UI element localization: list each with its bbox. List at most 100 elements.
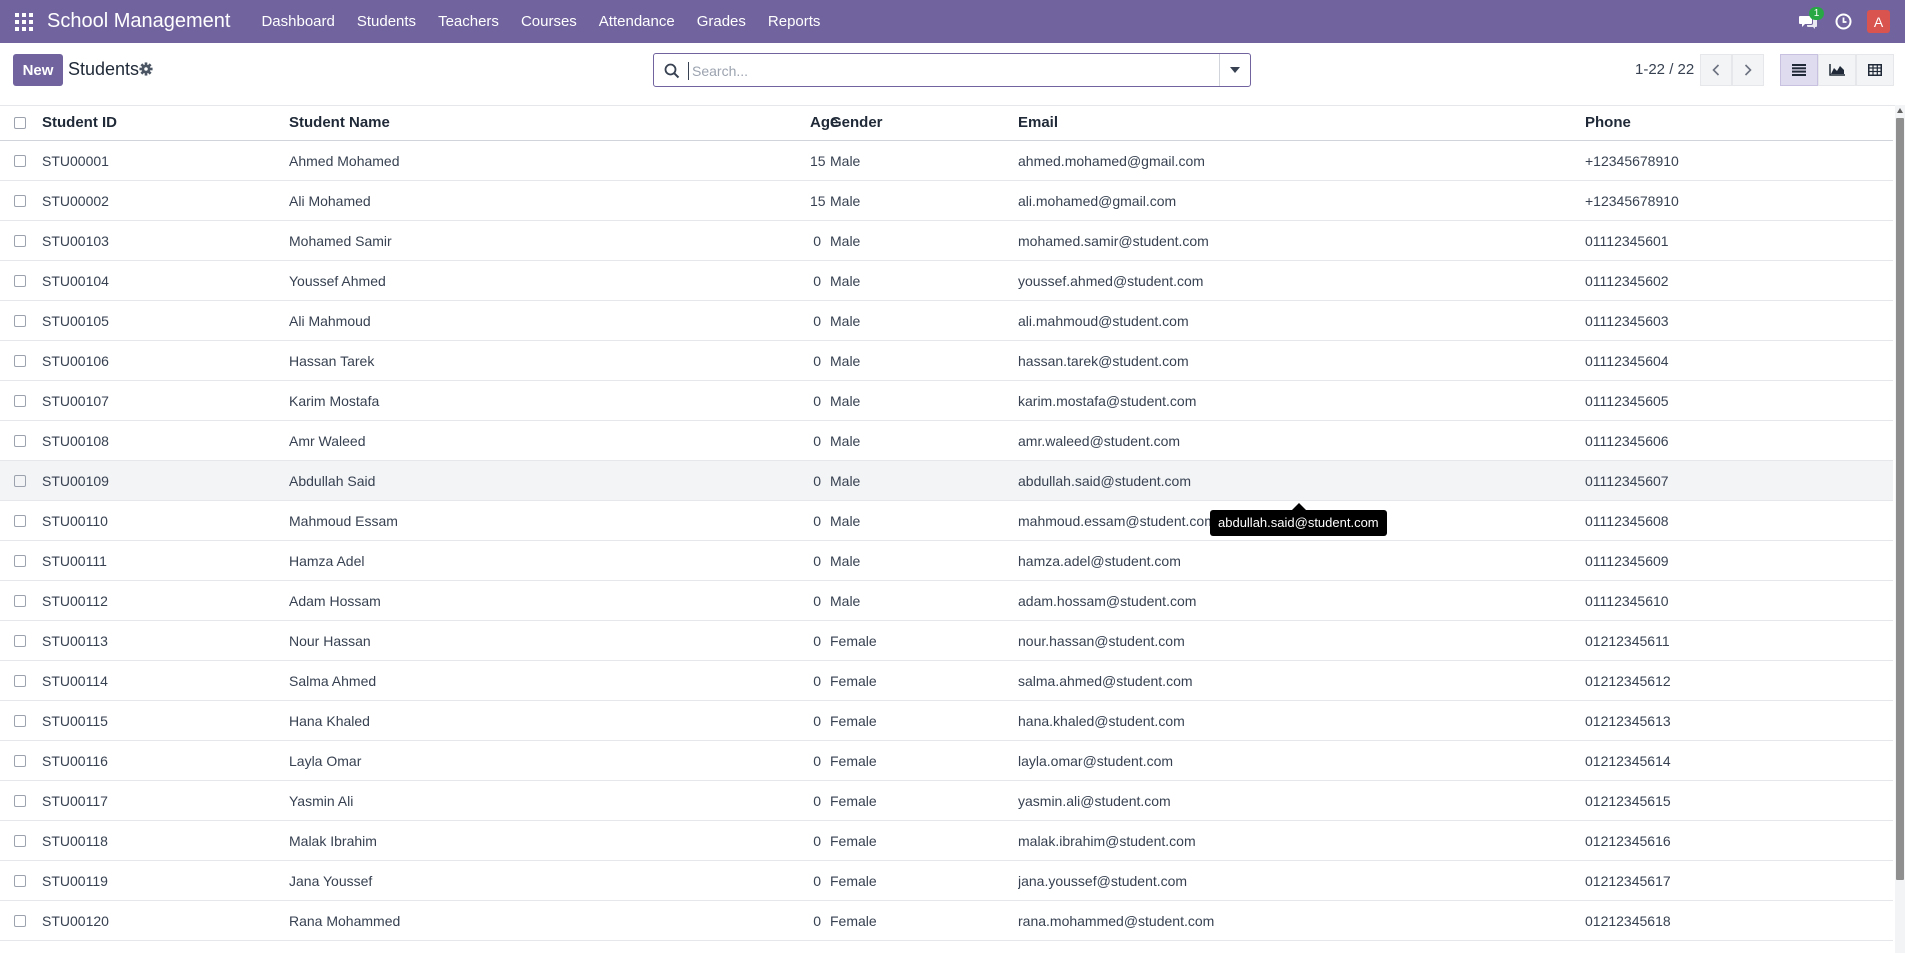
scrollbar-thumb[interactable] — [1896, 118, 1904, 880]
cell-gender[interactable]: Male — [830, 460, 1018, 501]
cell-email[interactable]: hamza.adel@student.com — [1018, 540, 1585, 581]
table-row[interactable]: STU00105 Ali Mahmoud 0 Male ali.mahmoud@stud… — [0, 300, 1893, 341]
table-row[interactable]: STU00114 Salma Ahmed 0 Female salma.ahmed@st… — [0, 660, 1893, 701]
cell-gender[interactable]: Female — [830, 860, 1018, 901]
row-checkbox[interactable] — [14, 474, 26, 487]
cell-phone[interactable]: 01112345610 — [1585, 580, 1893, 621]
cell-gender[interactable]: Female — [830, 740, 1018, 781]
row-checkbox[interactable] — [14, 314, 26, 327]
cell-phone[interactable]: 01212345611 — [1585, 620, 1893, 661]
table-row[interactable]: STU00104 Youssef Ahmed 0 Male youssef.ahmed@… — [0, 260, 1893, 301]
cell-phone[interactable]: 01212345612 — [1585, 660, 1893, 701]
cell-student-id[interactable]: STU00108 — [42, 420, 289, 461]
cell-phone[interactable]: 01212345613 — [1585, 700, 1893, 741]
cell-student-id[interactable]: STU00104 — [42, 260, 289, 301]
cell-student-id[interactable]: STU00111 — [42, 540, 289, 581]
cell-student-name[interactable]: Youssef Ahmed — [289, 260, 810, 301]
table-row[interactable]: STU00119 Jana Youssef 0 Female jana.youssef@… — [0, 860, 1893, 901]
cell-phone[interactable]: 01112345608 — [1585, 500, 1893, 541]
cell-student-id[interactable]: STU00106 — [42, 340, 289, 381]
cell-student-id[interactable]: STU00001 — [42, 140, 289, 181]
table-row[interactable]: STU00002 Ali Mohamed 15 Male ali.mohamed@gma… — [0, 180, 1893, 221]
cell-student-name[interactable]: Nour Hassan — [289, 620, 810, 661]
list-view-button[interactable] — [1780, 54, 1818, 86]
cell-email[interactable]: hassan.tarek@student.com — [1018, 340, 1585, 381]
menu-item-students[interactable]: Students — [346, 0, 427, 43]
cell-phone[interactable]: 01112345603 — [1585, 300, 1893, 341]
cell-age[interactable]: 0 — [810, 220, 830, 261]
row-select-cell[interactable] — [0, 700, 42, 741]
pager-next-button[interactable] — [1732, 54, 1764, 86]
search-options-toggle[interactable] — [1219, 54, 1250, 86]
cell-age[interactable]: 0 — [810, 700, 830, 741]
table-row[interactable]: STU00113 Nour Hassan 0 Female nour.hassan@st… — [0, 620, 1893, 661]
cell-student-id[interactable]: STU00103 — [42, 220, 289, 261]
row-checkbox[interactable] — [14, 914, 26, 927]
table-row[interactable]: STU00108 Amr Waleed 0 Male amr.waleed@studen… — [0, 420, 1893, 461]
cell-student-id[interactable]: STU00116 — [42, 740, 289, 781]
scroll-up-arrow-icon[interactable] — [1897, 108, 1903, 113]
activity-button[interactable] — [1825, 0, 1861, 43]
cell-email[interactable]: adam.hossam@student.com — [1018, 580, 1585, 621]
column-header-age[interactable]: Age — [810, 105, 838, 141]
table-row[interactable]: STU00115 Hana Khaled 0 Female hana.khaled@st… — [0, 700, 1893, 741]
row-checkbox[interactable] — [14, 634, 26, 647]
cell-phone[interactable]: 01112345602 — [1585, 260, 1893, 301]
cell-phone[interactable]: 01112345606 — [1585, 420, 1893, 461]
cell-email[interactable]: ali.mahmoud@student.com — [1018, 300, 1585, 341]
row-select-cell[interactable] — [0, 220, 42, 261]
cell-student-name[interactable]: Hana Khaled — [289, 700, 810, 741]
menu-item-courses[interactable]: Courses — [510, 0, 588, 43]
cell-student-name[interactable]: Salma Ahmed — [289, 660, 810, 701]
column-header-email[interactable]: Email — [1018, 105, 1585, 141]
row-select-cell[interactable] — [0, 660, 42, 701]
cell-phone[interactable]: 01212345614 — [1585, 740, 1893, 781]
vertical-scrollbar[interactable] — [1895, 105, 1905, 953]
cell-age[interactable]: 0 — [810, 900, 830, 941]
cell-student-id[interactable]: STU00119 — [42, 860, 289, 901]
cell-email[interactable]: hana.khaled@student.com — [1018, 700, 1585, 741]
table-row[interactable]: STU00110 Mahmoud Essam 0 Male mahmoud.essam@… — [0, 500, 1893, 541]
cell-student-name[interactable]: Adam Hossam — [289, 580, 810, 621]
row-checkbox[interactable] — [14, 714, 26, 727]
cell-gender[interactable]: Male — [830, 580, 1018, 621]
menu-item-reports[interactable]: Reports — [757, 0, 832, 43]
row-select-cell[interactable] — [0, 780, 42, 821]
row-checkbox[interactable] — [14, 234, 26, 247]
cell-email[interactable]: malak.ibrahim@student.com — [1018, 820, 1585, 861]
cell-email[interactable]: karim.mostafa@student.com — [1018, 380, 1585, 421]
row-select-cell[interactable] — [0, 380, 42, 421]
cell-student-name[interactable]: Ali Mahmoud — [289, 300, 810, 341]
table-row[interactable]: STU00116 Layla Omar 0 Female layla.omar@stud… — [0, 740, 1893, 781]
row-select-cell[interactable] — [0, 140, 42, 181]
cell-phone[interactable]: +12345678910 — [1585, 140, 1893, 181]
cell-phone[interactable]: 01212345616 — [1585, 820, 1893, 861]
cell-gender[interactable]: Male — [830, 380, 1018, 421]
row-select-cell[interactable] — [0, 460, 42, 501]
pager-value[interactable]: 1-22 / 22 — [1635, 61, 1694, 78]
menu-item-teachers[interactable]: Teachers — [427, 0, 510, 43]
apps-grid-icon[interactable] — [15, 12, 33, 31]
cell-student-name[interactable]: Ali Mohamed — [289, 180, 810, 221]
cell-student-id[interactable]: STU00002 — [42, 180, 289, 221]
row-checkbox[interactable] — [14, 354, 26, 367]
row-checkbox[interactable] — [14, 874, 26, 887]
cell-gender[interactable]: Female — [830, 700, 1018, 741]
menu-item-grades[interactable]: Grades — [686, 0, 757, 43]
new-button[interactable]: New — [13, 54, 63, 86]
cell-age[interactable]: 0 — [810, 860, 830, 901]
table-row[interactable]: STU00117 Yasmin Ali 0 Female yasmin.ali@stud… — [0, 780, 1893, 821]
column-header-student-id[interactable]: Student ID — [42, 105, 289, 141]
cell-student-id[interactable]: STU00105 — [42, 300, 289, 341]
row-checkbox[interactable] — [14, 394, 26, 407]
cell-phone[interactable]: 01212345615 — [1585, 780, 1893, 821]
row-checkbox[interactable] — [14, 554, 26, 567]
cell-age[interactable]: 0 — [810, 580, 830, 621]
cell-email[interactable]: layla.omar@student.com — [1018, 740, 1585, 781]
graph-view-button[interactable] — [1818, 54, 1856, 86]
row-select-cell[interactable] — [0, 260, 42, 301]
cell-email[interactable]: amr.waleed@student.com — [1018, 420, 1585, 461]
messaging-button[interactable]: 1 — [1791, 0, 1825, 43]
cell-student-name[interactable]: Ahmed Mohamed — [289, 140, 810, 181]
cell-gender[interactable]: Male — [830, 220, 1018, 261]
